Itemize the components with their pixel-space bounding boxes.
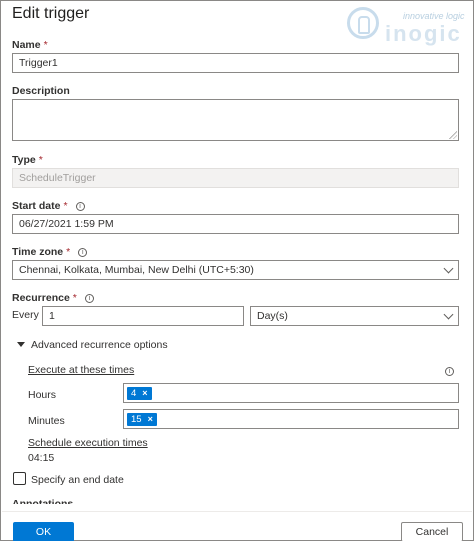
required-marker: * <box>72 292 77 304</box>
type-label: Type * <box>12 154 43 166</box>
description-textarea[interactable] <box>12 99 459 141</box>
edit-trigger-dialog: Edit trigger innovative logic inogic Nam… <box>0 0 474 541</box>
cancel-button[interactable]: Cancel <box>401 522 463 541</box>
logo-brand: inogic <box>385 21 462 46</box>
annotations-label: Annotations <box>12 498 74 504</box>
type-label-text: Type <box>12 154 36 166</box>
collapse-triangle-icon <box>17 342 25 347</box>
dialog-title: Edit trigger <box>12 5 90 22</box>
start-date-label-text: Start date <box>12 200 61 212</box>
inogic-logo: innovative logic inogic <box>347 7 469 47</box>
schedule-execution-value: 04:15 <box>28 452 55 464</box>
time-zone-label: Time zone * i <box>12 246 88 258</box>
description-label: Description <box>12 85 70 97</box>
minutes-chip[interactable]: 15 × <box>127 413 157 426</box>
start-date-label: Start date * i <box>12 200 85 212</box>
end-date-checkbox[interactable] <box>13 472 26 485</box>
every-label: Every <box>12 309 39 321</box>
hours-chip-value: 4 <box>131 388 137 399</box>
schedule-execution-times-label: Schedule execution times <box>28 437 148 449</box>
name-input[interactable]: Trigger1 <box>12 53 459 73</box>
hours-picker[interactable]: 4 × <box>123 383 459 403</box>
required-marker: * <box>38 154 43 166</box>
advanced-recurrence-toggle[interactable]: Advanced recurrence options <box>17 339 168 351</box>
chevron-down-icon <box>443 309 454 320</box>
recurrence-label-text: Recurrence <box>12 292 70 304</box>
remove-chip-icon[interactable]: × <box>142 388 147 398</box>
remove-chip-icon[interactable]: × <box>148 414 153 424</box>
execute-times-label: Execute at these times <box>28 364 135 376</box>
required-marker: * <box>43 39 48 51</box>
hours-chip[interactable]: 4 × <box>127 387 152 400</box>
footer-divider <box>2 511 472 512</box>
name-label-text: Name <box>12 39 41 51</box>
ok-button[interactable]: OK <box>13 522 74 541</box>
minutes-chip-value: 15 <box>131 414 142 425</box>
minutes-label: Minutes <box>28 415 65 427</box>
time-zone-value: Chennai, Kolkata, Mumbai, New Delhi (UTC… <box>19 264 254 276</box>
minutes-picker[interactable]: 15 × <box>123 409 459 429</box>
info-icon[interactable]: i <box>84 294 94 303</box>
recurrence-label: Recurrence * i <box>12 292 94 304</box>
info-icon[interactable]: i <box>78 248 88 257</box>
name-label: Name * <box>12 39 48 51</box>
required-marker: * <box>66 246 71 258</box>
logo-mark-icon <box>347 7 379 39</box>
resize-handle-icon[interactable] <box>449 131 457 139</box>
recurrence-unit-select[interactable]: Day(s) <box>250 306 459 326</box>
info-icon[interactable]: i <box>445 367 454 376</box>
start-date-input[interactable]: 06/27/2021 1:59 PM <box>12 214 459 234</box>
required-marker: * <box>63 200 68 212</box>
time-zone-label-text: Time zone <box>12 246 64 258</box>
hours-label: Hours <box>28 389 57 401</box>
time-zone-select[interactable]: Chennai, Kolkata, Mumbai, New Delhi (UTC… <box>12 260 459 280</box>
chevron-down-icon <box>443 263 454 274</box>
type-input: ScheduleTrigger <box>12 168 459 188</box>
end-date-label: Specify an end date <box>31 474 124 486</box>
advanced-recurrence-label: Advanced recurrence options <box>31 339 168 351</box>
info-icon[interactable]: i <box>75 202 85 211</box>
logo-tagline: innovative logic <box>403 11 465 21</box>
recurrence-unit-value: Day(s) <box>257 310 288 322</box>
recurrence-interval-input[interactable]: 1 <box>42 306 244 326</box>
